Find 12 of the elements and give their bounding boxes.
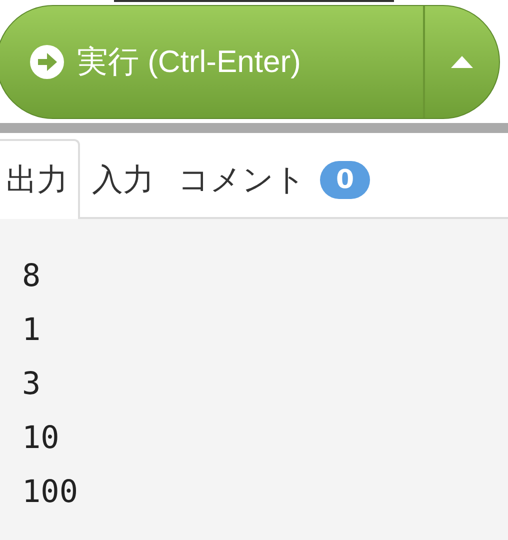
count-badge: 0: [320, 161, 370, 199]
output-line: 10: [22, 419, 60, 458]
tab-label: コメント: [178, 161, 306, 200]
tab[interactable]: コメント 0: [166, 139, 382, 219]
output-line: 8: [22, 257, 42, 296]
output-line: 3: [22, 365, 42, 404]
tab[interactable]: 入力: [80, 139, 166, 219]
caret-icon: [451, 56, 473, 68]
output-line: 100: [22, 473, 79, 512]
arrow-circle-icon: [29, 44, 65, 80]
tab[interactable]: 出力: [0, 139, 80, 219]
output-line: 1: [22, 311, 42, 350]
